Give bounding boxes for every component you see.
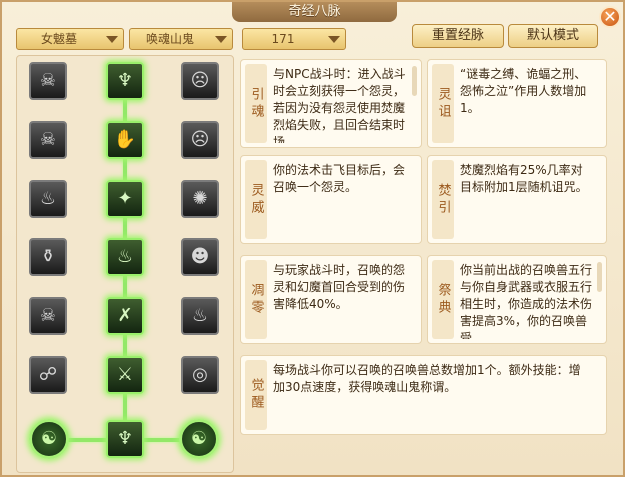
school-select[interactable]: 女魃墓: [16, 28, 124, 50]
chevron-down-icon: [215, 36, 227, 43]
meridian-card-title: 灵诅: [432, 64, 454, 143]
branch-select[interactable]: 唤魂山鬼: [129, 28, 233, 50]
meridian-card-title: 凋零: [245, 260, 267, 339]
chevron-down-icon: [106, 36, 118, 43]
meridian-card-title: 引魂: [245, 64, 267, 143]
level-select-value: 171: [271, 32, 295, 46]
meridian-card-description: “谜毒之缚、诡蝠之刑、怨怖之泣”作用人数增加1。: [460, 67, 587, 115]
meridian-card: 灵诅 “谜毒之缚、诡蝠之刑、怨怖之泣”作用人数增加1。: [427, 59, 607, 148]
meridian-card: 觉醒 每场战斗你可以召唤的召唤兽总数增加1个。额外技能：增加30点速度，获得唤魂…: [240, 355, 607, 435]
skill-node-icon[interactable]: ☠: [29, 121, 67, 159]
scrollbar[interactable]: [597, 262, 602, 292]
school-select-value: 女魃墓: [40, 32, 77, 46]
branch-select-value: 唤魂山鬼: [145, 32, 194, 46]
skill-node-icon[interactable]: ✗: [106, 297, 144, 335]
skill-node-icon[interactable]: ♆: [106, 62, 144, 100]
skill-node-icon[interactable]: ✋: [106, 121, 144, 159]
meridian-card: 祭典 你当前出战的召唤兽五行与你自身武器或衣服五行相生时，你造成的法术伤害提高3…: [427, 255, 607, 344]
skill-node-icon[interactable]: ☠: [29, 62, 67, 100]
skill-node-icon[interactable]: ☠: [29, 297, 67, 335]
skill-node-icon[interactable]: ☯: [179, 419, 219, 459]
meridian-window: 奇经八脉 ✕ 女魃墓 唤魂山鬼 171 重置经脉 默认模式 ☠ ☠ ♨ ⚱ ☠ …: [0, 0, 625, 477]
skill-node-icon[interactable]: ⚱: [29, 238, 67, 276]
meridian-card-description: 焚魔烈焰有25%几率对目标附加1层随机诅咒。: [460, 163, 588, 194]
meridian-card: 灵威 你的法术击飞目标后，会召唤一个怨灵。: [240, 155, 422, 244]
chevron-down-icon: [328, 36, 340, 43]
meridian-tree: ☠ ☠ ♨ ⚱ ☠ ☍ ♆ ✋ ✦ ♨ ✗ ⚔ ♆ ☹ ☹ ✺ ☻ ♨ ◎ ☯ …: [16, 55, 234, 473]
skill-node-icon[interactable]: ◎: [181, 356, 219, 394]
level-select[interactable]: 171: [242, 28, 346, 50]
scrollbar[interactable]: [412, 66, 417, 96]
close-icon[interactable]: ✕: [599, 6, 621, 28]
skill-node-icon[interactable]: ⚔: [106, 356, 144, 394]
meridian-card-description: 每场战斗你可以召唤的召唤兽总数增加1个。额外技能：增加30点速度，获得唤魂山鬼称…: [273, 363, 581, 394]
reset-meridian-button[interactable]: 重置经脉: [412, 24, 504, 48]
skill-node-icon[interactable]: ☯: [29, 419, 69, 459]
skill-node-icon[interactable]: ♨: [106, 238, 144, 276]
meridian-card: 凋零 与玩家战斗时，召唤的怨灵和幻魔首回合受到的伤害降低40%。: [240, 255, 422, 344]
skill-node-icon[interactable]: ☍: [29, 356, 67, 394]
skill-node-icon[interactable]: ✦: [106, 180, 144, 218]
meridian-card: 引魂 与NPC战斗时：进入战斗时会立刻获得一个怨灵，若因为没有怨灵使用焚魔烈焰失…: [240, 59, 422, 148]
meridian-card: 焚引 焚魔烈焰有25%几率对目标附加1层随机诅咒。: [427, 155, 607, 244]
meridian-card-title: 灵威: [245, 160, 267, 239]
skill-node-icon[interactable]: ♨: [29, 180, 67, 218]
meridian-card-description: 与玩家战斗时，召唤的怨灵和幻魔首回合受到的伤害降低40%。: [273, 263, 406, 311]
skill-node-icon[interactable]: ☻: [181, 238, 219, 276]
meridian-card-title: 焚引: [432, 160, 454, 239]
meridian-card-description: 你当前出战的召唤兽五行与你自身武器或衣服五行相生时，你造成的法术伤害提高3%，你…: [460, 263, 592, 339]
skill-node-icon[interactable]: ☹: [181, 121, 219, 159]
meridian-card-description: 你的法术击飞目标后，会召唤一个怨灵。: [273, 163, 406, 194]
skill-node-icon[interactable]: ✺: [181, 180, 219, 218]
skill-node-icon[interactable]: ☹: [181, 62, 219, 100]
meridian-card-title: 祭典: [432, 260, 454, 339]
meridian-card-description: 与NPC战斗时：进入战斗时会立刻获得一个怨灵，若因为没有怨灵使用焚魔烈焰失败，且…: [273, 67, 406, 143]
meridian-card-title: 觉醒: [245, 360, 267, 430]
default-mode-button[interactable]: 默认模式: [508, 24, 598, 48]
window-title: 奇经八脉: [232, 2, 397, 22]
skill-node-icon[interactable]: ♆: [106, 420, 144, 458]
skill-node-icon[interactable]: ♨: [181, 297, 219, 335]
